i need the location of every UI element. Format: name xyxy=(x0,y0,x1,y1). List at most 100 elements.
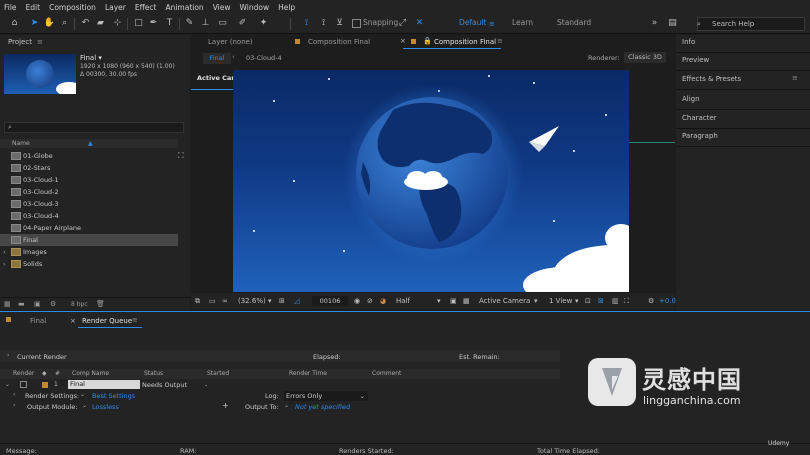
workspace-menu-icon[interactable]: ≡ xyxy=(489,20,495,28)
project-search-input[interactable]: ⌕ xyxy=(4,122,184,133)
zoom-level[interactable]: (32.6%) xyxy=(238,297,266,305)
column-number[interactable]: # xyxy=(55,370,60,377)
trash-icon[interactable]: 🗑 xyxy=(96,300,105,308)
layer-tab[interactable]: Layer (none) xyxy=(208,38,253,46)
selection-tool-icon[interactable]: ➤ xyxy=(28,17,41,30)
snap-feature-icon[interactable]: ✕ xyxy=(413,17,426,30)
render-settings-value[interactable]: Best Settings xyxy=(92,392,135,400)
rotate-tool-icon[interactable]: ↶ xyxy=(79,17,92,30)
camera-view-select[interactable]: Active Camera xyxy=(479,297,530,305)
timeline-icon[interactable]: ▥ xyxy=(612,297,619,305)
column-comment[interactable]: Comment xyxy=(372,370,401,377)
column-started[interactable]: Started xyxy=(207,370,229,377)
grid-icon[interactable]: ⊞ xyxy=(279,297,285,305)
new-folder-icon[interactable]: ▬ xyxy=(18,300,25,308)
expand-arrow-icon[interactable]: › xyxy=(7,352,9,359)
log-select[interactable]: Errors Only ⌄ xyxy=(284,391,368,401)
column-comp-name[interactable]: Comp Name xyxy=(72,370,109,377)
more-workspaces-icon[interactable]: » xyxy=(648,17,661,30)
workspace-learn[interactable]: Learn xyxy=(512,18,533,27)
transparency-grid-icon[interactable]: ▦ xyxy=(463,297,470,305)
comp-tab-2[interactable]: Composition Final xyxy=(434,38,496,46)
panel-menu-icon[interactable]: ≡ xyxy=(497,37,503,45)
info-panel-tab[interactable]: Info xyxy=(682,38,695,46)
dropdown-arrow-icon[interactable]: ⌄ xyxy=(284,402,289,409)
lock-icon[interactable]: 🔒 xyxy=(423,37,432,45)
roto-brush-tool-icon[interactable]: ✐ xyxy=(236,17,249,30)
preview-panel-tab[interactable]: Preview xyxy=(682,56,709,64)
workspace-standard[interactable]: Standard xyxy=(557,18,591,27)
flowchart-icon[interactable]: ⛶ xyxy=(624,297,629,306)
menu-help[interactable]: Help xyxy=(278,3,295,12)
new-comp-icon[interactable]: ▣ xyxy=(34,300,41,308)
project-item[interactable]: 03-Cloud-2 xyxy=(0,186,178,198)
menu-window[interactable]: Window xyxy=(240,3,270,12)
close-tab-icon[interactable]: × xyxy=(400,37,406,45)
interpret-footage-icon[interactable]: ▦ xyxy=(4,300,11,308)
zoom-tool-icon[interactable]: ⌕ xyxy=(58,17,71,30)
home-icon[interactable]: ⌂ xyxy=(8,17,21,30)
panel-menu-icon[interactable]: ≡ xyxy=(37,38,43,46)
show-snapshot-icon[interactable]: ⊘ xyxy=(367,297,373,305)
bit-depth[interactable]: 8 bpc xyxy=(71,301,88,308)
type-tool-icon[interactable]: T xyxy=(163,17,176,30)
puppet-tool-icon[interactable]: ✦ xyxy=(257,17,270,30)
close-tab-icon[interactable]: × xyxy=(70,317,76,325)
final-timeline-tab[interactable]: Final xyxy=(30,317,46,325)
expand-arrow-icon[interactable]: › xyxy=(3,258,6,270)
project-item[interactable]: 01-Globe xyxy=(0,150,178,162)
panel-menu-icon[interactable]: ≡ xyxy=(792,74,798,82)
comp-tab-1[interactable]: Composition Final xyxy=(308,38,370,46)
paragraph-panel-tab[interactable]: Paragraph xyxy=(682,132,718,140)
queue-row[interactable]: ⌄ 1 Final Needs Output - xyxy=(0,380,560,390)
name-column-header[interactable]: Name ▲ xyxy=(0,139,178,148)
expand-arrow-icon[interactable]: › xyxy=(13,391,15,398)
breadcrumb-cloud4[interactable]: 03-Cloud-4 xyxy=(246,54,282,62)
eraser-tool-icon[interactable]: ▭ xyxy=(216,17,229,30)
expand-arrow-icon[interactable]: ⌄ xyxy=(5,381,10,388)
hand-tool-icon[interactable]: ✋ xyxy=(43,17,56,30)
camera-tool-icon[interactable]: ▰ xyxy=(94,17,107,30)
rectangle-tool-icon[interactable]: □ xyxy=(132,17,145,30)
composition-canvas[interactable] xyxy=(233,70,629,292)
output-module-value[interactable]: Lossless xyxy=(92,403,119,411)
project-settings-icon[interactable]: ⚙ xyxy=(50,300,56,308)
local-axis-icon[interactable]: ⟟ xyxy=(300,17,313,30)
align-panel-tab[interactable]: Align xyxy=(682,95,700,103)
workspace-default[interactable]: Default xyxy=(459,18,486,27)
output-to-value[interactable]: Not yet specified xyxy=(295,403,350,411)
sync-settings-icon[interactable]: ▤ xyxy=(666,17,679,30)
reset-exposure-icon[interactable]: ⚙ xyxy=(648,297,654,305)
project-item[interactable]: 02-Stars xyxy=(0,162,178,174)
clone-stamp-tool-icon[interactable]: ⊥ xyxy=(199,17,212,30)
resolution-dropdown-icon[interactable]: ▾ xyxy=(437,297,441,305)
zoom-dropdown-icon[interactable]: ▾ xyxy=(268,297,272,305)
view-axis-icon[interactable]: ⊻ xyxy=(333,17,346,30)
expand-arrow-icon[interactable]: › xyxy=(3,246,6,258)
snap-edge-icon[interactable]: ⤢ xyxy=(396,17,409,30)
column-status[interactable]: Status xyxy=(144,370,163,377)
brush-tool-icon[interactable]: ✎ xyxy=(183,17,196,30)
add-output-module-icon[interactable]: + xyxy=(222,401,229,410)
fast-preview-icon[interactable]: ⊠ xyxy=(598,297,604,305)
project-item[interactable]: 03-Cloud-3 xyxy=(0,198,178,210)
world-axis-icon[interactable]: ⟟ xyxy=(317,17,330,30)
current-time-field[interactable]: 00106 xyxy=(312,296,348,306)
expand-arrow-icon[interactable]: › xyxy=(13,402,15,409)
menu-effect[interactable]: Effect xyxy=(135,3,157,12)
menu-animation[interactable]: Animation xyxy=(165,3,203,12)
project-item[interactable]: › Images xyxy=(0,246,178,258)
menu-file[interactable]: File xyxy=(4,3,17,12)
menu-edit[interactable]: Edit xyxy=(26,3,41,12)
dropdown-arrow-icon[interactable]: ⌄ xyxy=(80,391,85,398)
flowchart-icon[interactable]: ⛶ xyxy=(178,151,184,161)
channel-icon[interactable]: ◕ xyxy=(380,297,386,305)
effects-presets-panel-tab[interactable]: Effects & Presets xyxy=(682,75,741,83)
render-queue-tab[interactable]: Render Queue xyxy=(82,317,132,325)
views-dropdown-icon[interactable]: ▾ xyxy=(575,297,579,305)
pan-behind-tool-icon[interactable]: ⊹ xyxy=(111,17,124,30)
panel-menu-icon[interactable]: ≡ xyxy=(132,316,138,324)
camera-dropdown-icon[interactable]: ▾ xyxy=(534,297,538,305)
character-panel-tab[interactable]: Character xyxy=(682,114,717,122)
project-item[interactable]: Final xyxy=(0,234,178,246)
